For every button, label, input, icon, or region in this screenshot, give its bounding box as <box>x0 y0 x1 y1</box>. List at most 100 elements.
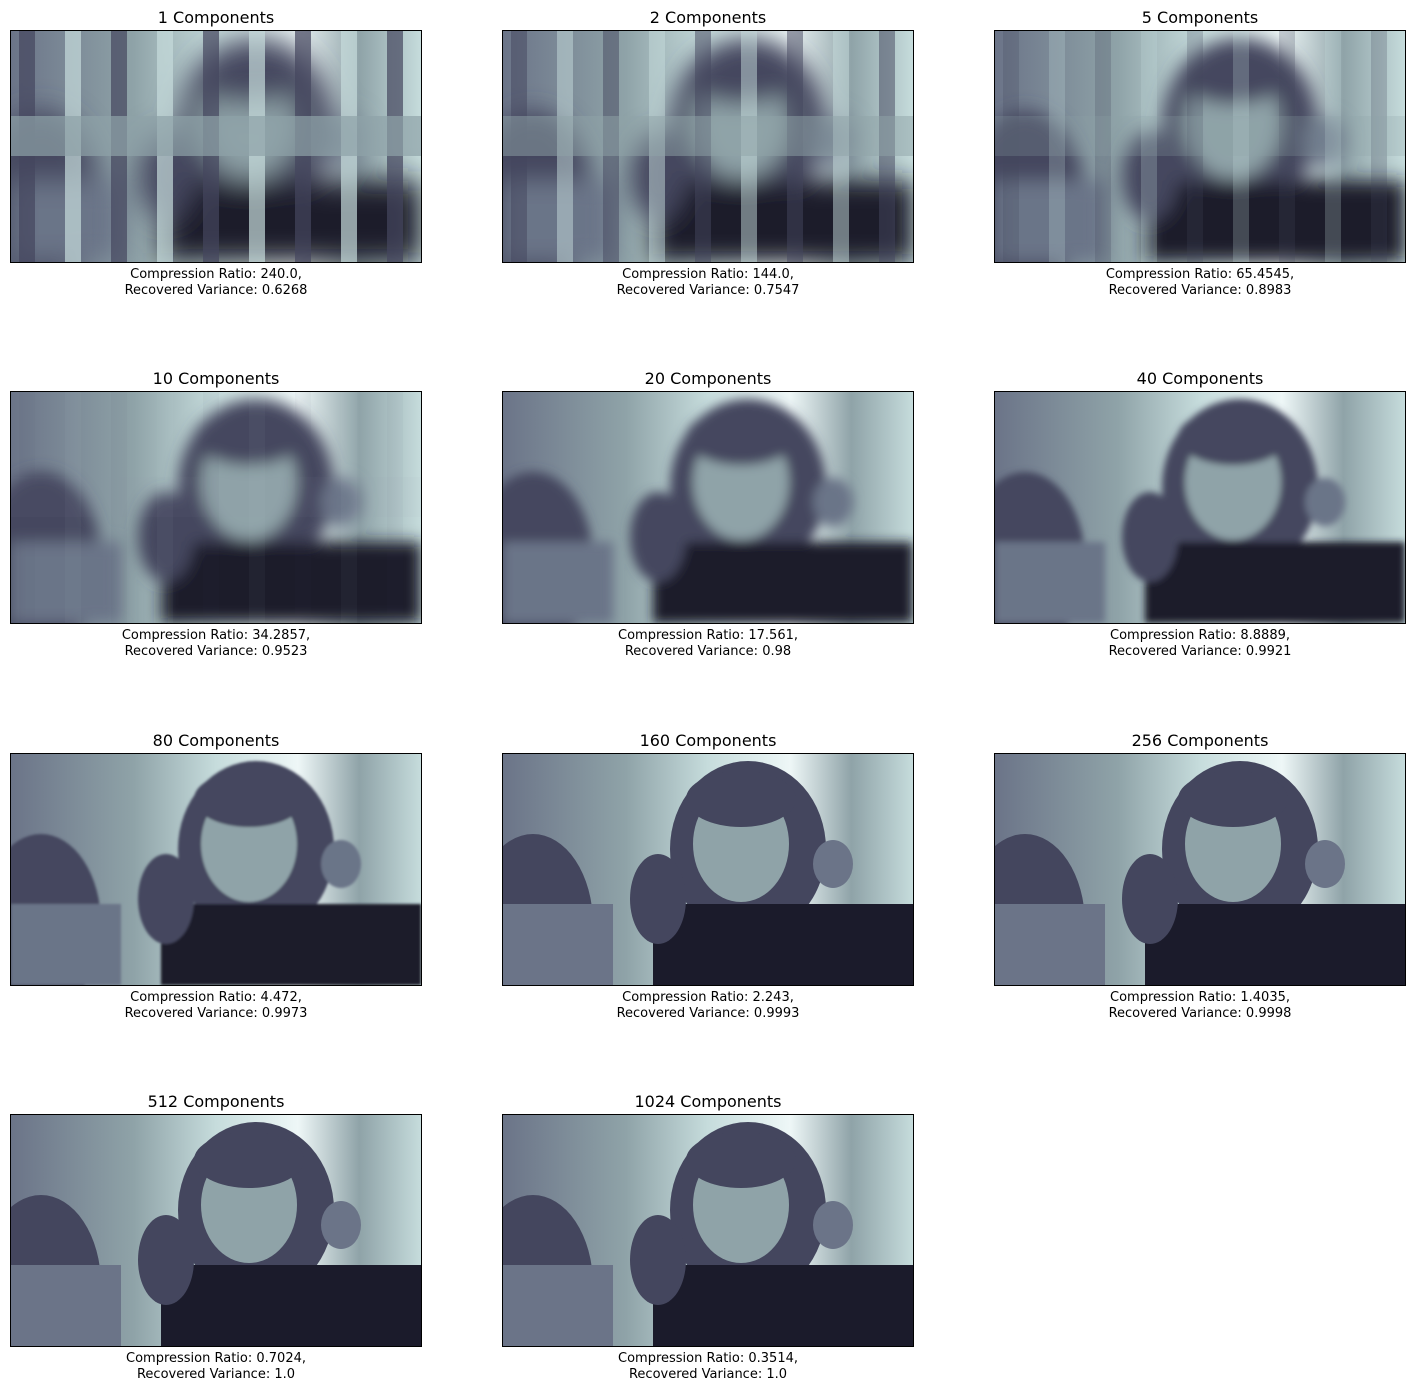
hair-fringe <box>686 1132 796 1188</box>
image-canvas <box>11 754 421 985</box>
image-canvas <box>503 1115 913 1346</box>
body <box>653 1265 913 1346</box>
horizontal-band <box>503 116 913 156</box>
image-canvas <box>503 31 913 262</box>
panel-caption: Compression Ratio: 65.4545, Recovered Va… <box>994 267 1406 299</box>
hair-fringe <box>194 1132 304 1188</box>
panel-caption: Compression Ratio: 8.8889, Recovered Var… <box>994 628 1406 660</box>
body <box>1145 542 1405 623</box>
right-figure <box>1305 478 1345 526</box>
hand <box>630 1215 686 1305</box>
recovered-variance-text: Recovered Variance: 0.7547 <box>616 283 800 298</box>
recovered-variance-text: Recovered Variance: 0.8983 <box>1108 283 1292 298</box>
hair-fringe <box>686 771 796 827</box>
reconstructed-image <box>10 30 422 263</box>
panel-title: 256 Components <box>1131 731 1269 750</box>
body <box>161 181 421 262</box>
horizontal-band <box>11 116 421 156</box>
image-canvas <box>11 31 421 262</box>
recovered-variance-text: Recovered Variance: 0.9921 <box>1108 644 1292 659</box>
compression-ratio-text: Compression Ratio: 2.243, <box>622 990 794 1005</box>
panel-caption: Compression Ratio: 4.472, Recovered Vari… <box>10 990 422 1022</box>
hand <box>1122 492 1178 582</box>
compression-ratio-text: Compression Ratio: 0.7024, <box>126 1351 306 1366</box>
body <box>161 1265 421 1346</box>
reconstructed-image <box>502 30 914 263</box>
recovered-variance-text: Recovered Variance: 0.9998 <box>1108 1006 1292 1021</box>
hand <box>138 1215 194 1305</box>
compression-ratio-text: Compression Ratio: 8.8889, <box>1110 628 1290 643</box>
panel-title: 2 Components <box>649 8 767 27</box>
right-figure <box>321 840 361 888</box>
hair-fringe <box>1178 771 1288 827</box>
panel-caption: Compression Ratio: 0.7024, Recovered Var… <box>10 1351 422 1383</box>
left-shirt <box>503 542 613 623</box>
hand <box>630 492 686 582</box>
left-shirt <box>995 904 1105 985</box>
panel-title: 80 Components <box>152 731 280 750</box>
reconstructed-image <box>10 1114 422 1347</box>
panel-caption: Compression Ratio: 1.4035, Recovered Var… <box>994 990 1406 1022</box>
body <box>1145 904 1405 985</box>
panel-title: 1 Components <box>157 8 275 27</box>
panel-caption: Compression Ratio: 2.243, Recovered Vari… <box>502 990 914 1022</box>
body <box>161 542 421 623</box>
recovered-variance-text: Recovered Variance: 0.9973 <box>124 1006 308 1021</box>
panel-title: 40 Components <box>1136 369 1264 388</box>
image-canvas <box>11 392 421 623</box>
image-canvas <box>503 754 913 985</box>
body <box>653 181 913 262</box>
left-shirt <box>503 904 613 985</box>
hand <box>138 854 194 944</box>
recovered-variance-text: Recovered Variance: 0.98 <box>624 644 792 659</box>
reconstructed-image <box>10 391 422 624</box>
image-canvas <box>995 31 1405 262</box>
panel-title: 5 Components <box>1141 8 1259 27</box>
body <box>653 542 913 623</box>
compression-ratio-text: Compression Ratio: 144.0, <box>622 267 794 282</box>
panel-title: 20 Components <box>644 369 772 388</box>
image-canvas <box>11 1115 421 1346</box>
right-figure <box>1305 840 1345 888</box>
horizontal-band <box>11 477 421 517</box>
image-canvas <box>995 754 1405 985</box>
recovered-variance-text: Recovered Variance: 0.9523 <box>124 644 308 659</box>
left-shirt <box>11 1265 121 1346</box>
left-shirt <box>11 904 121 985</box>
compression-ratio-text: Compression Ratio: 0.3514, <box>618 1351 798 1366</box>
right-figure <box>813 840 853 888</box>
reconstructed-image <box>10 753 422 986</box>
hand <box>630 854 686 944</box>
hair-fringe <box>1178 409 1288 465</box>
image-canvas <box>503 392 913 623</box>
reconstructed-image <box>994 753 1406 986</box>
left-shirt <box>503 1265 613 1346</box>
compression-ratio-text: Compression Ratio: 4.472, <box>130 990 302 1005</box>
panel-caption: Compression Ratio: 240.0, Recovered Vari… <box>10 267 422 299</box>
reconstructed-image <box>502 753 914 986</box>
right-figure <box>813 1201 853 1249</box>
compression-ratio-text: Compression Ratio: 240.0, <box>130 267 302 282</box>
panel-title: 512 Components <box>147 1092 285 1111</box>
panel-caption: Compression Ratio: 0.3514, Recovered Var… <box>502 1351 914 1383</box>
reconstructed-image <box>994 30 1406 263</box>
compression-ratio-text: Compression Ratio: 17.561, <box>618 628 798 643</box>
panel-caption: Compression Ratio: 17.561, Recovered Var… <box>502 628 914 660</box>
left-shirt <box>995 542 1105 623</box>
horizontal-band <box>995 116 1405 156</box>
hair-fringe <box>194 771 304 827</box>
body <box>1145 181 1405 262</box>
reconstructed-image <box>502 1114 914 1347</box>
panel-title: 1024 Components <box>634 1092 782 1111</box>
compression-ratio-text: Compression Ratio: 65.4545, <box>1105 267 1295 282</box>
panel-title: 10 Components <box>152 369 280 388</box>
hair-fringe <box>686 409 796 465</box>
reconstructed-image <box>502 391 914 624</box>
hand <box>1122 854 1178 944</box>
body <box>653 904 913 985</box>
compression-ratio-text: Compression Ratio: 1.4035, <box>1110 990 1290 1005</box>
body <box>161 904 421 985</box>
recovered-variance-text: Recovered Variance: 0.6268 <box>124 283 308 298</box>
image-canvas <box>995 392 1405 623</box>
panel-caption: Compression Ratio: 144.0, Recovered Vari… <box>502 267 914 299</box>
